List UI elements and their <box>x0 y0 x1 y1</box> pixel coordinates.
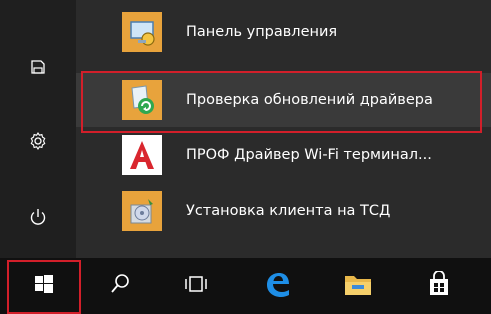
file-explorer-icon <box>343 271 373 301</box>
app-item-driver-update[interactable]: Проверка обновлений драйвера <box>76 73 491 127</box>
app-label: Проверка обновлений драйвера <box>186 92 433 108</box>
app-item-install-client[interactable]: Установка клиента на ТСД <box>76 184 491 238</box>
task-view-icon <box>183 274 209 298</box>
search-button[interactable] <box>89 258 151 314</box>
app-item-control-panel[interactable]: Панель управления <box>76 5 491 59</box>
app-label: ПРОФ Драйвер Wi-Fi терминал... <box>186 147 432 163</box>
windows-start-icon <box>34 274 54 298</box>
search-icon <box>110 273 130 299</box>
app-label: Панель управления <box>186 24 338 40</box>
settings-button[interactable] <box>0 114 76 168</box>
power-button[interactable] <box>0 190 76 244</box>
task-view-button[interactable] <box>165 258 227 314</box>
file-explorer-button[interactable] <box>327 258 389 314</box>
prof-driver-icon <box>122 135 162 175</box>
store-button[interactable] <box>408 258 470 314</box>
driver-update-icon <box>122 80 162 120</box>
app-list: Панель управления Проверка обновлений др… <box>76 0 491 258</box>
taskbar <box>0 258 491 314</box>
store-icon <box>427 270 451 301</box>
install-client-icon <box>122 191 162 231</box>
edge-button[interactable] <box>246 258 308 314</box>
start-menu: Панель управления Проверка обновлений др… <box>0 0 491 258</box>
power-icon <box>28 207 48 227</box>
start-button[interactable] <box>13 258 75 314</box>
control-panel-icon <box>122 12 162 52</box>
documents-icon <box>29 58 47 76</box>
edge-browser-icon <box>263 270 291 302</box>
start-left-rail <box>0 0 76 258</box>
app-label: Установка клиента на ТСД <box>186 203 391 219</box>
app-item-prof-driver[interactable]: ПРОФ Драйвер Wi-Fi терминал... <box>76 128 491 182</box>
settings-icon <box>28 131 48 151</box>
documents-button[interactable] <box>0 40 76 94</box>
